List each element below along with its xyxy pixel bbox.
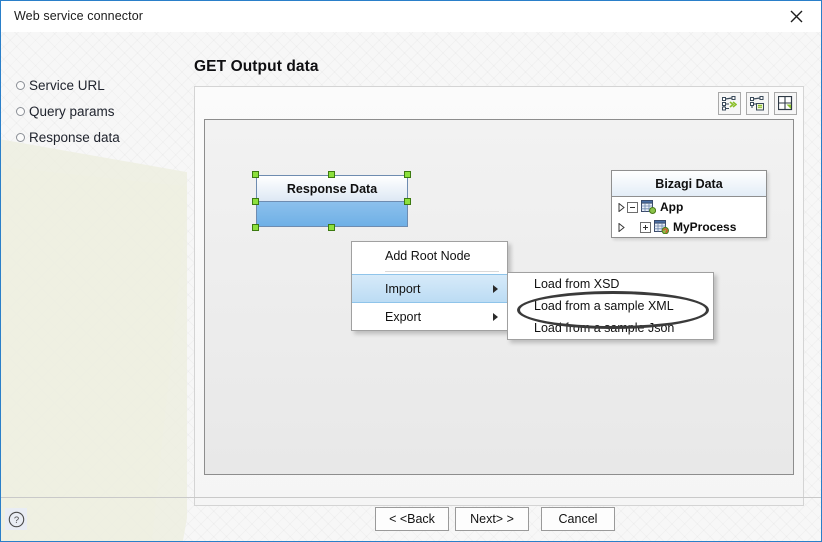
menu-item-label: Export — [385, 309, 422, 324]
submenu-arrow-icon — [493, 312, 498, 321]
tree-expander-triangle-icon[interactable] — [616, 222, 627, 232]
dialog-body: Service URL Query params Response data G… — [1, 32, 821, 541]
response-data-node-header[interactable]: Response Data — [256, 175, 408, 202]
map-all-icon[interactable] — [718, 92, 741, 115]
submenu-item-label: Load from a sample Json — [534, 321, 675, 335]
mapping-toolbar — [718, 92, 797, 115]
submenu-item-load-from-xsd[interactable]: Load from XSD — [508, 273, 713, 295]
wizard-step-list: Service URL Query params Response data — [1, 72, 187, 150]
step-bullet-icon — [16, 107, 25, 116]
sidebar-watermark-1 — [1, 127, 187, 541]
title-bar: Web service connector — [1, 1, 821, 33]
entity-icon — [641, 200, 657, 214]
dialog-footer: ? < <Back Next> > Cancel — [1, 498, 821, 541]
bizagi-data-title: Bizagi Data — [655, 176, 723, 191]
back-button[interactable]: < <Back — [375, 507, 449, 531]
submenu-item-label: Load from a sample XML — [534, 299, 674, 313]
wizard-sidebar: Service URL Query params Response data — [1, 32, 187, 541]
tree-collapse-minus-icon[interactable] — [627, 201, 638, 213]
tree-item-label: MyProcess — [673, 220, 737, 234]
expand-icon[interactable] — [774, 92, 797, 115]
menu-item-label: Add Root Node — [385, 248, 471, 263]
svg-text:?: ? — [13, 515, 18, 526]
tree-expander-triangle-icon[interactable] — [616, 202, 627, 212]
resize-handle-w[interactable] — [252, 198, 259, 205]
step-bullet-icon — [16, 81, 25, 90]
submenu-item-load-from-sample-json[interactable]: Load from a sample Json — [508, 317, 713, 339]
tree-expand-plus-icon[interactable] — [640, 221, 651, 233]
web-service-connector-dialog: Web service connector Service URL Query … — [0, 0, 822, 542]
tree-item-myprocess[interactable]: MyProcess — [612, 217, 766, 237]
cancel-button[interactable]: Cancel — [541, 507, 615, 531]
bizagi-data-header: Bizagi Data — [612, 171, 766, 197]
window-title: Web service connector — [14, 9, 144, 23]
help-icon[interactable]: ? — [5, 508, 27, 530]
resize-handle-s[interactable] — [328, 224, 335, 231]
resize-handle-sw[interactable] — [252, 224, 259, 231]
resize-handle-ne[interactable] — [404, 171, 411, 178]
auto-map-icon[interactable] — [746, 92, 769, 115]
submenu-arrow-icon — [493, 284, 498, 293]
resize-handle-n[interactable] — [328, 171, 335, 178]
page-title: GET Output data — [194, 58, 319, 75]
sidebar-item-label: Service URL — [29, 77, 105, 93]
submenu-item-load-from-sample-xml[interactable]: Load from a sample XML — [508, 295, 713, 317]
menu-item-export[interactable]: Export — [352, 303, 507, 330]
sidebar-item-label: Response data — [29, 129, 120, 145]
response-data-node[interactable]: Response Data — [252, 171, 411, 231]
context-menu[interactable]: Add Root Node Import Export — [351, 241, 508, 331]
sidebar-item-service-url[interactable]: Service URL — [1, 72, 187, 98]
sidebar-item-label: Query params — [29, 103, 115, 119]
next-button[interactable]: Next> > — [455, 507, 529, 531]
sidebar-item-query-params[interactable]: Query params — [1, 98, 187, 124]
close-icon[interactable] — [775, 3, 817, 30]
menu-item-add-root-node[interactable]: Add Root Node — [352, 242, 507, 269]
response-data-node-title: Response Data — [286, 181, 378, 196]
step-bullet-icon — [16, 133, 25, 142]
bizagi-data-panel[interactable]: Bizagi Data App MyProcess — [611, 170, 767, 238]
resize-handle-nw[interactable] — [252, 171, 259, 178]
menu-item-import[interactable]: Import — [352, 274, 507, 303]
sidebar-item-response-data[interactable]: Response data — [1, 124, 187, 150]
menu-separator — [385, 271, 499, 272]
process-icon — [654, 220, 670, 235]
submenu-item-label: Load from XSD — [534, 277, 620, 291]
resize-handle-e[interactable] — [404, 198, 411, 205]
menu-item-label: Import — [385, 281, 421, 296]
tree-item-label: App — [660, 200, 684, 214]
import-submenu[interactable]: Load from XSD Load from a sample XML Loa… — [507, 272, 714, 340]
tree-item-app[interactable]: App — [612, 197, 766, 217]
